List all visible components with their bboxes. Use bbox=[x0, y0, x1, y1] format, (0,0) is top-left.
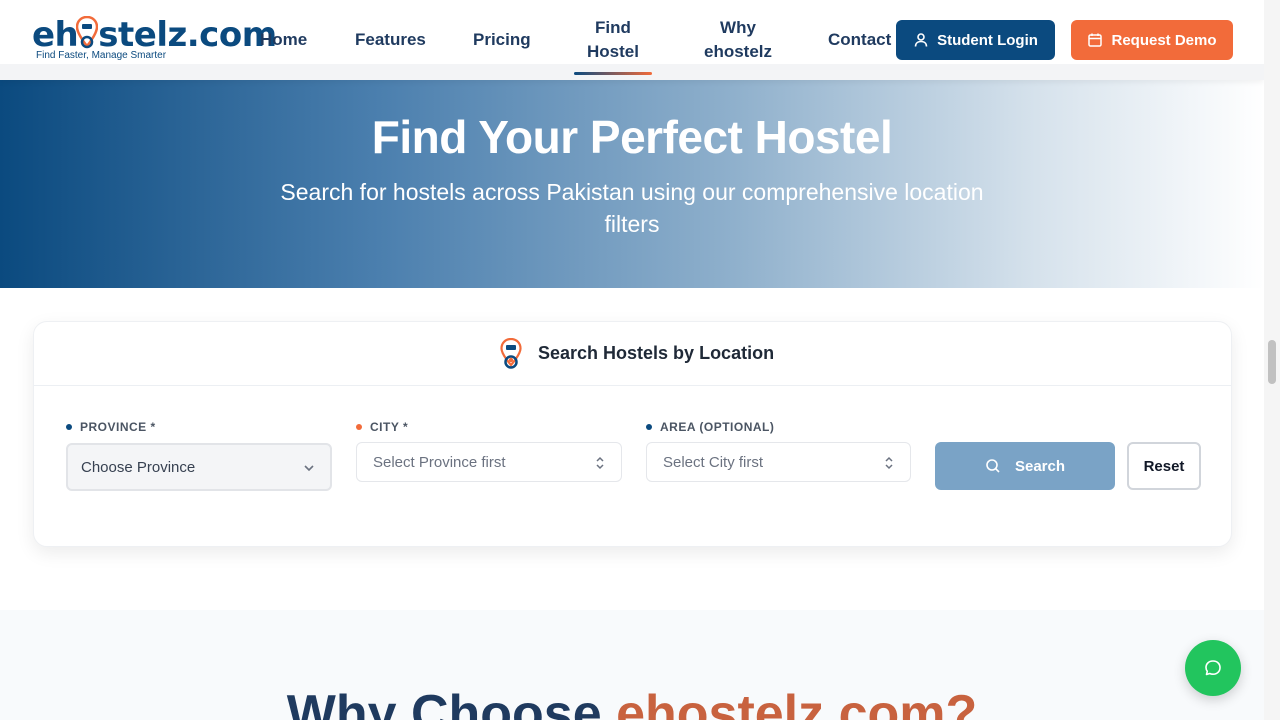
search-button-label: Search bbox=[1014, 457, 1066, 475]
calendar-icon bbox=[1088, 33, 1103, 47]
nav-features[interactable]: Features bbox=[355, 28, 426, 52]
nav-find-hostel-line1: Find bbox=[595, 18, 631, 37]
chat-icon bbox=[1205, 660, 1221, 676]
page-scrollbar[interactable] bbox=[1264, 0, 1280, 720]
city-label: CITY * bbox=[356, 420, 408, 434]
chevron-updown-icon bbox=[885, 456, 893, 470]
chevron-updown-icon bbox=[596, 456, 604, 470]
active-nav-underline bbox=[574, 72, 652, 75]
province-dot bbox=[66, 424, 72, 430]
nav-why-line2: ehostelz bbox=[703, 42, 773, 61]
reset-button[interactable]: Reset bbox=[1127, 442, 1201, 490]
search-card-header: Search Hostels by Location bbox=[34, 322, 1231, 386]
province-select[interactable]: Choose Province bbox=[66, 443, 332, 491]
logo-tagline: Find Faster, Manage Smarter bbox=[36, 50, 167, 61]
nav-find-hostel-line2: Hostel bbox=[587, 42, 639, 61]
area-label-text: AREA (OPTIONAL) bbox=[660, 420, 775, 434]
area-select[interactable]: Select City first bbox=[646, 442, 911, 482]
why-choose-title-prefix: Why Choose bbox=[286, 685, 617, 720]
search-icon bbox=[986, 459, 1000, 473]
scrollbar-thumb[interactable] bbox=[1268, 340, 1276, 384]
student-login-button[interactable]: Student Login bbox=[896, 20, 1055, 60]
site-logo[interactable]: eh stelz.com Find Faster, Manage Smarter bbox=[32, 14, 277, 64]
hero-subtitle: Search for hostels across Pakistan using… bbox=[280, 179, 984, 237]
province-label-text: PROVINCE * bbox=[80, 420, 156, 434]
city-select-value: Select Province first bbox=[373, 453, 506, 471]
user-icon bbox=[914, 33, 928, 47]
nav-contact[interactable]: Contact bbox=[828, 28, 891, 52]
city-dot bbox=[356, 424, 362, 430]
request-demo-label: Request Demo bbox=[1111, 31, 1217, 49]
province-label: PROVINCE * bbox=[66, 420, 156, 434]
request-demo-button[interactable]: Request Demo bbox=[1071, 20, 1233, 60]
area-label: AREA (OPTIONAL) bbox=[646, 420, 774, 434]
why-choose-title-brand: ehostelz.com? bbox=[616, 685, 978, 720]
province-select-value: Choose Province bbox=[81, 458, 196, 476]
student-login-label: Student Login bbox=[937, 31, 1038, 49]
city-select[interactable]: Select Province first bbox=[356, 442, 622, 482]
why-choose-section: Why Choose ehostelz.com? bbox=[0, 610, 1264, 720]
logo-pin-icon bbox=[76, 16, 98, 49]
nav-why-line1: Why bbox=[720, 18, 756, 37]
chat-button[interactable] bbox=[1185, 640, 1241, 696]
hero-title: Find Your Perfect Hostel bbox=[371, 111, 893, 163]
nav-home[interactable]: Home bbox=[260, 28, 307, 52]
search-card-title: Search Hostels by Location bbox=[538, 343, 775, 363]
why-choose-title: Why Choose ehostelz.com? bbox=[0, 684, 1264, 720]
location-pin-icon bbox=[500, 338, 522, 369]
hero-banner: Find Your Perfect Hostel Search for host… bbox=[0, 80, 1264, 288]
site-header: eh stelz.com Find Faster, Manage Smarter … bbox=[0, 0, 1264, 80]
area-select-value: Select City first bbox=[663, 453, 764, 471]
city-label-text: CITY * bbox=[370, 420, 409, 434]
chevron-down-icon bbox=[304, 465, 314, 472]
search-card: Search Hostels by Location PROVINCE * Ch… bbox=[33, 321, 1232, 547]
nav-pricing[interactable]: Pricing bbox=[473, 28, 531, 52]
nav-why-ehostelz[interactable]: Why ehostelz bbox=[700, 16, 776, 64]
search-button[interactable]: Search bbox=[935, 442, 1115, 490]
nav-find-hostel[interactable]: Find Hostel bbox=[574, 16, 652, 64]
area-dot bbox=[646, 424, 652, 430]
